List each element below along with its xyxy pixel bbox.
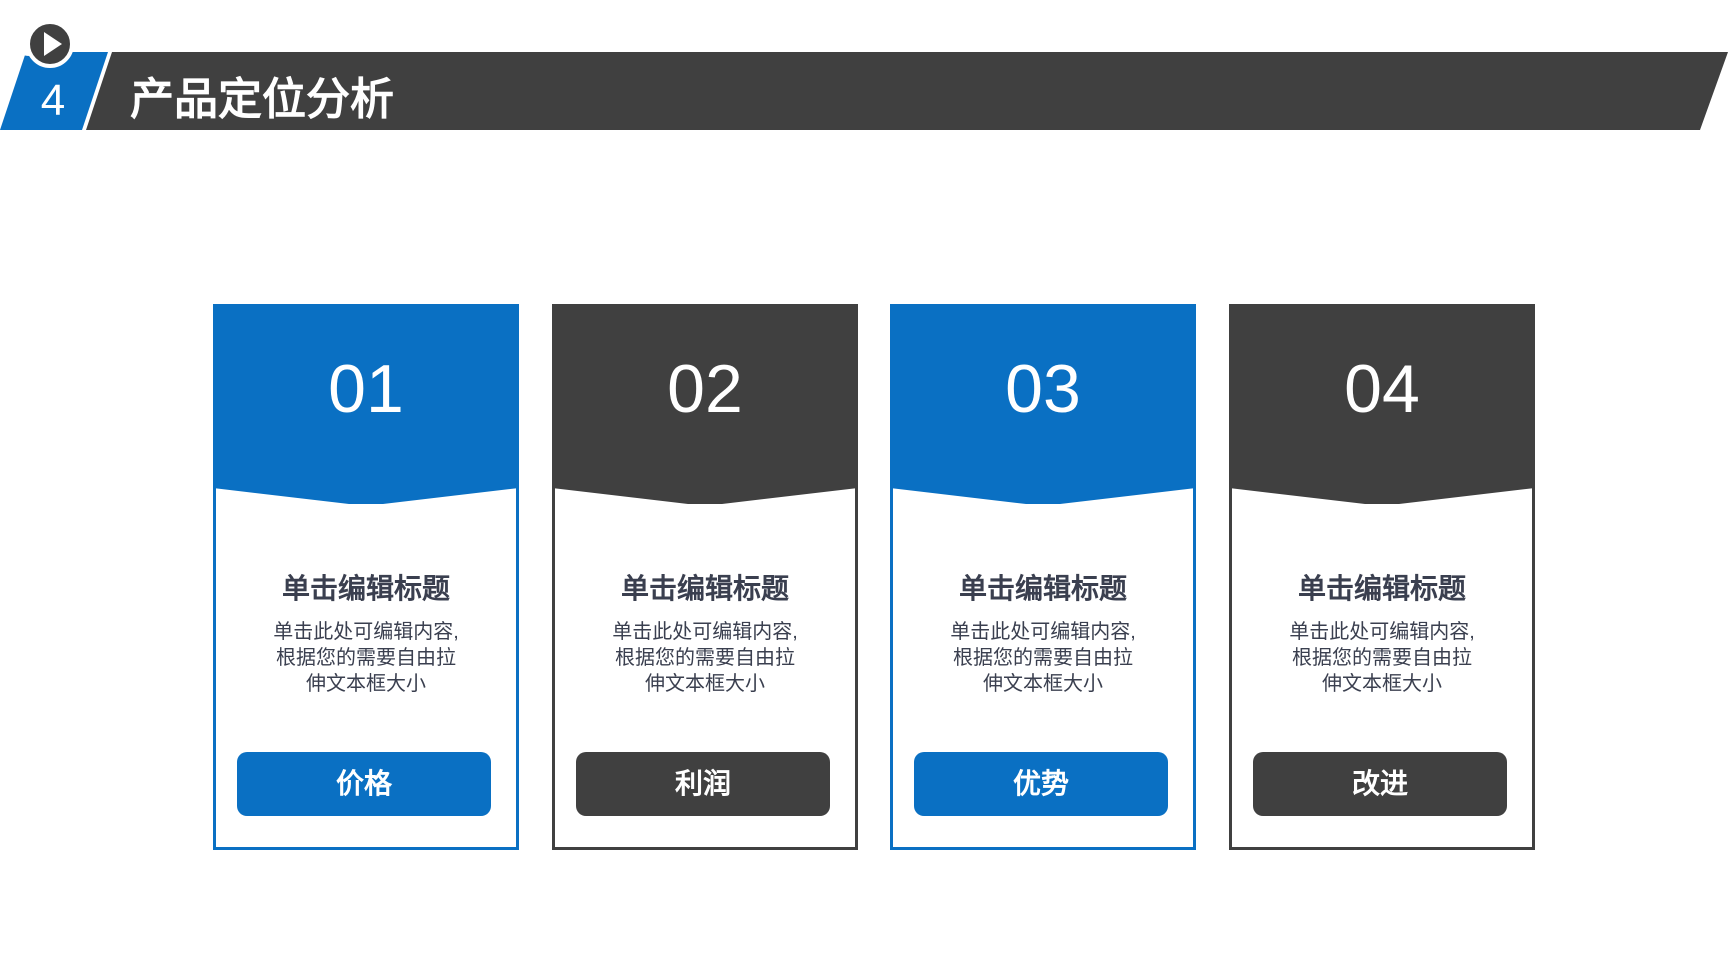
card-description-line: 单击此处可编辑内容, [273,621,459,643]
card-description-line: 单击此处可编辑内容, [612,621,798,643]
card-number: 02 [667,351,743,427]
card-description-line: 单击此处可编辑内容, [950,621,1136,643]
card-description-line: 根据您的需要自由拉 [953,647,1133,669]
card-heading: 单击编辑标题 [958,573,1127,604]
card-description: 单击此处可编辑内容, 根据您的需要自由拉 伸文本框大小 [1252,619,1512,697]
card-description: 单击此处可编辑内容, 根据您的需要自由拉 伸文本框大小 [236,619,496,697]
page-title: 产品定位分析 [130,75,394,124]
card-02: 02 单击编辑标题 单击此处可编辑内容, 根据您的需要自由拉 伸文本框大小 利润 [552,304,858,850]
card-heading: 单击编辑标题 [1297,573,1466,604]
card-header: 02 [552,304,858,504]
play-circle-double-icon [4,4,74,68]
card-description-line: 根据您的需要自由拉 [1292,647,1472,669]
card-03: 03 单击编辑标题 单击此处可编辑内容, 根据您的需要自由拉 伸文本框大小 优势 [890,304,1196,850]
card-description-line: 伸文本框大小 [645,673,765,695]
card-01: 01 单击编辑标题 单击此处可编辑内容, 根据您的需要自由拉 伸文本框大小 价格 [213,304,519,850]
card-04: 04 单击编辑标题 单击此处可编辑内容, 根据您的需要自由拉 伸文本框大小 改进 [1229,304,1535,850]
improvement-button[interactable]: 改进 [1253,752,1507,816]
header-bar: 4 产品定位分析 [0,0,1728,140]
card-description-line: 伸文本框大小 [983,673,1103,695]
card-number: 01 [328,351,404,427]
card-description: 单击此处可编辑内容, 根据您的需要自由拉 伸文本框大小 [575,619,835,697]
card-heading: 单击编辑标题 [281,573,450,604]
price-button[interactable]: 价格 [237,752,491,816]
card-description-line: 根据您的需要自由拉 [276,647,456,669]
card-header: 04 [1229,304,1535,504]
card-description-line: 伸文本框大小 [306,673,426,695]
card-description-line: 伸文本框大小 [1322,673,1442,695]
card-description-line: 单击此处可编辑内容, [1289,621,1475,643]
profit-button[interactable]: 利润 [576,752,830,816]
advantage-button[interactable]: 优势 [914,752,1168,816]
card-header: 03 [890,304,1196,504]
card-description: 单击此处可编辑内容, 根据您的需要自由拉 伸文本框大小 [913,619,1173,697]
card-number: 04 [1344,351,1420,427]
card-description-line: 根据您的需要自由拉 [615,647,795,669]
card-header: 01 [213,304,519,504]
card-number: 03 [1005,351,1081,427]
section-number: 4 [40,76,66,125]
card-heading: 单击编辑标题 [620,573,789,604]
